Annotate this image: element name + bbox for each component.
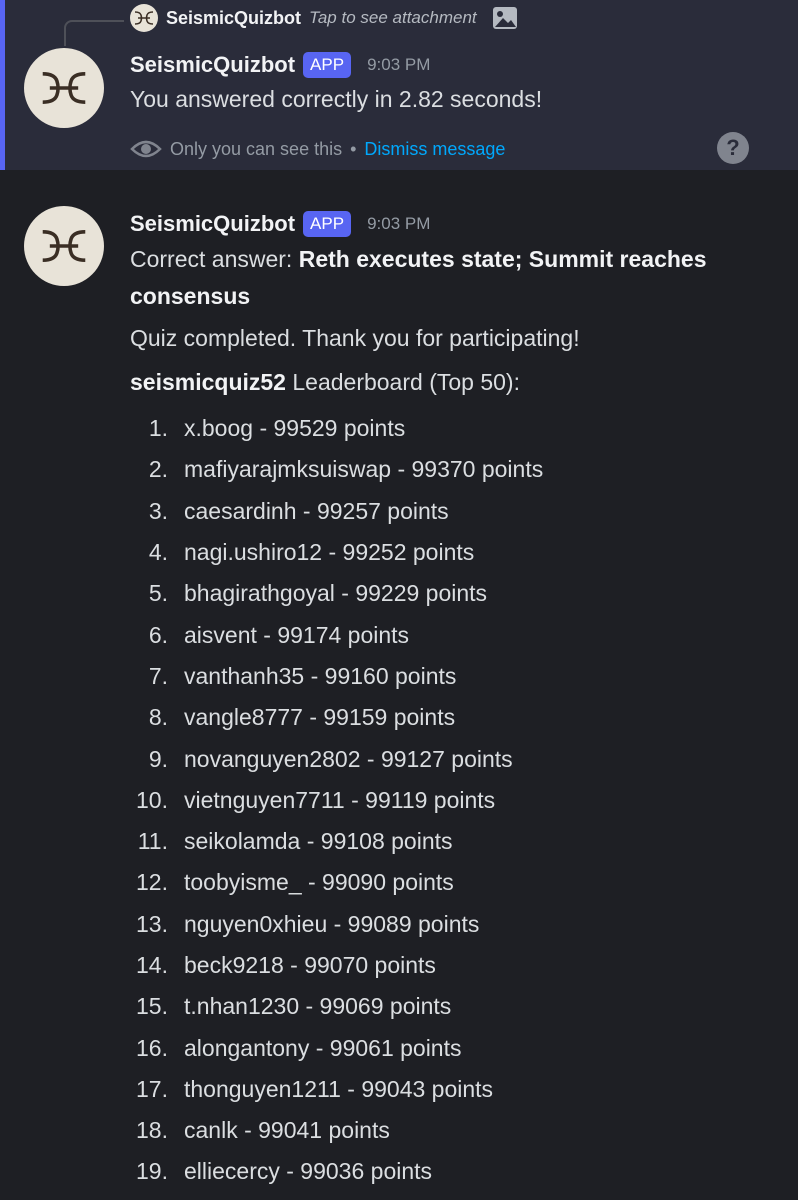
ephemeral-message: SeismicQuizbot Tap to see attachment Sei… bbox=[0, 0, 798, 170]
correct-answer-line-2: consensus bbox=[130, 281, 250, 311]
seismic-logo-icon bbox=[42, 72, 86, 104]
leaderboard-entry: canlk - 99041 points bbox=[184, 1117, 390, 1144]
list-item: 16. alongantony - 99061 points bbox=[130, 1027, 780, 1068]
list-item: 18. canlk - 99041 points bbox=[130, 1110, 780, 1151]
list-item: 15. t.nhan1230 - 99069 points bbox=[130, 986, 780, 1027]
quiz-completed-text: Quiz completed. Thank you for participat… bbox=[130, 325, 580, 351]
eye-icon bbox=[130, 140, 162, 158]
list-item: 7. vanthanh35 - 99160 points bbox=[130, 656, 780, 697]
list-item: 4. nagi.ushiro12 - 99252 points bbox=[130, 532, 780, 573]
list-item: 10. vietnguyen7711 - 99119 points bbox=[130, 780, 780, 821]
leaderboard-entry: mafiyarajmksuiswap - 99370 points bbox=[184, 456, 544, 483]
list-item: 13. nguyen0xhieu - 99089 points bbox=[130, 904, 780, 945]
leaderboard-rank: 16. bbox=[136, 1034, 168, 1061]
leaderboard-entry: vanthanh35 - 99160 points bbox=[184, 662, 457, 689]
leaderboard-rank: 2. bbox=[148, 456, 168, 483]
leaderboard-entry: beck9218 - 99070 points bbox=[184, 952, 436, 978]
leaderboard-entry: vangle8777 - 99159 points bbox=[184, 704, 456, 731]
image-icon bbox=[492, 7, 517, 29]
reply-attachment-text[interactable]: Tap to see attachment bbox=[309, 8, 477, 28]
leaderboard-heading: seismicquiz52 Leaderboard (Top 50): bbox=[130, 367, 520, 397]
ephemeral-accent-bar bbox=[0, 0, 5, 170]
correct-answer-label: Correct answer: bbox=[130, 246, 299, 272]
leaderboard-entry: thonguyen1211 - 99043 points bbox=[184, 1075, 494, 1102]
leaderboard-entry: bhagirathgoyal - 99229 points bbox=[184, 580, 488, 607]
reply-username[interactable]: SeismicQuizbot bbox=[166, 8, 301, 29]
leaderboard-entry: t.nhan1230 - 99069 points bbox=[184, 993, 452, 1020]
leaderboard-rank: 6. bbox=[148, 621, 168, 648]
leaderboard-entry: vietnguyen7711 - 99119 points bbox=[184, 786, 496, 813]
leaderboard-rank: 1. bbox=[148, 415, 168, 442]
leaderboard-title: Leaderboard (Top 50): bbox=[285, 369, 520, 395]
leaderboard-list: 1. x.boog - 99529 points 2. mafiyarajmksui… bbox=[130, 408, 780, 1193]
correct-answer-text: Reth executes state; Summit reaches bbox=[298, 246, 707, 272]
seismic-logo-icon bbox=[134, 11, 154, 25]
message-timestamp[interactable]: 9:03 PM bbox=[367, 55, 430, 75]
leaderboard-entry: x.boog - 99529 points bbox=[184, 415, 406, 442]
leaderboard-rank: 12. bbox=[136, 869, 168, 896]
bot-username[interactable]: SeismicQuizbot bbox=[130, 211, 295, 237]
message-timestamp[interactable]: 9:03 PM bbox=[367, 214, 430, 234]
leaderboard-rank: 5. bbox=[148, 580, 168, 607]
message-header: SeismicQuizbot APP 9:03 PM bbox=[130, 209, 430, 239]
list-item: 17. thonguyen1211 - 99043 points bbox=[130, 1069, 780, 1110]
leaderboard-entry: alongantony - 99061 points bbox=[184, 1034, 462, 1061]
leaderboard-entry: novanguyen2802 - 99127 points bbox=[184, 745, 513, 772]
leaderboard-rank: 15. bbox=[136, 993, 168, 1020]
leaderboard-rank: 3. bbox=[148, 497, 168, 524]
leaderboard-entry: seikolamda - 99108 points bbox=[184, 828, 453, 855]
leaderboard-rank: 19. bbox=[136, 1158, 168, 1185]
list-item: 5. bhagirathgoyal - 99229 points bbox=[130, 573, 780, 614]
list-item: 19. elliecercy - 99036 points bbox=[130, 1151, 780, 1192]
list-item: 1. x.boog - 99529 points bbox=[130, 408, 780, 449]
leaderboard-rank: 4. bbox=[148, 539, 168, 566]
app-badge: APP bbox=[303, 211, 352, 237]
leaderboard-entry: nagi.ushiro12 - 99252 points bbox=[184, 539, 475, 566]
leaderboard-entry: toobyisme_ - 99090 points bbox=[184, 869, 454, 896]
answer-time-text: You answered correctly in 2.82 seconds! bbox=[130, 86, 543, 112]
list-item: 12. toobyisme_ - 99090 points bbox=[130, 862, 780, 903]
ephemeral-footer: Only you can see this • Dismiss message bbox=[130, 134, 505, 164]
leaderboard-rank: 18. bbox=[136, 1117, 168, 1144]
leaderboard-entry: elliecercy - 99036 points bbox=[184, 1158, 433, 1185]
reply-preview[interactable]: SeismicQuizbot Tap to see attachment bbox=[130, 4, 519, 32]
message-header: SeismicQuizbot APP 9:03 PM bbox=[130, 50, 430, 80]
list-item: 3. caesardinh - 99257 points bbox=[130, 491, 780, 532]
bot-username[interactable]: SeismicQuizbot bbox=[130, 52, 295, 78]
list-item: 14. beck9218 - 99070 points bbox=[130, 945, 780, 986]
list-item: 6. aisvent - 99174 points bbox=[130, 614, 780, 655]
leaderboard-quiz-name: seismicquiz52 bbox=[130, 369, 286, 395]
leaderboard-entry: nguyen0xhieu - 99089 points bbox=[184, 910, 480, 937]
reply-spine bbox=[64, 20, 124, 46]
correct-answer-line-1: Correct answer: Reth executes state; Sum… bbox=[130, 244, 707, 274]
visibility-text: Only you can see this bbox=[170, 138, 343, 159]
leaderboard-rank: 9. bbox=[148, 745, 168, 772]
help-icon[interactable]: ? bbox=[717, 132, 749, 164]
leaderboard-rank: 17. bbox=[136, 1075, 168, 1102]
bot-avatar[interactable] bbox=[24, 206, 104, 286]
seismic-logo-icon bbox=[42, 230, 86, 262]
bot-avatar[interactable] bbox=[24, 48, 104, 128]
leaderboard-rank: 11. bbox=[137, 828, 168, 855]
app-badge: APP bbox=[303, 52, 352, 78]
dismiss-message-link[interactable]: Dismiss message bbox=[364, 139, 505, 160]
list-item: 8. vangle8777 - 99159 points bbox=[130, 697, 780, 738]
leaderboard-rank: 13. bbox=[136, 910, 168, 937]
correct-answer-text-continued: consensus bbox=[130, 283, 251, 309]
reply-avatar[interactable] bbox=[130, 4, 158, 32]
leaderboard-rank: 10. bbox=[136, 786, 168, 813]
leaderboard-rank: 14. bbox=[136, 952, 168, 978]
leaderboard-rank: 7. bbox=[148, 662, 168, 689]
separator-dot: • bbox=[350, 138, 357, 159]
list-item: 11. seikolamda - 99108 points bbox=[130, 821, 780, 862]
list-item: 9. novanguyen2802 - 99127 points bbox=[130, 738, 780, 779]
leaderboard-entry: caesardinh - 99257 points bbox=[184, 497, 449, 524]
leaderboard-entry: aisvent - 99174 points bbox=[184, 621, 410, 648]
leaderboard-rank: 8. bbox=[148, 704, 168, 731]
list-item: 2. mafiyarajmksuiswap - 99370 points bbox=[130, 449, 780, 490]
